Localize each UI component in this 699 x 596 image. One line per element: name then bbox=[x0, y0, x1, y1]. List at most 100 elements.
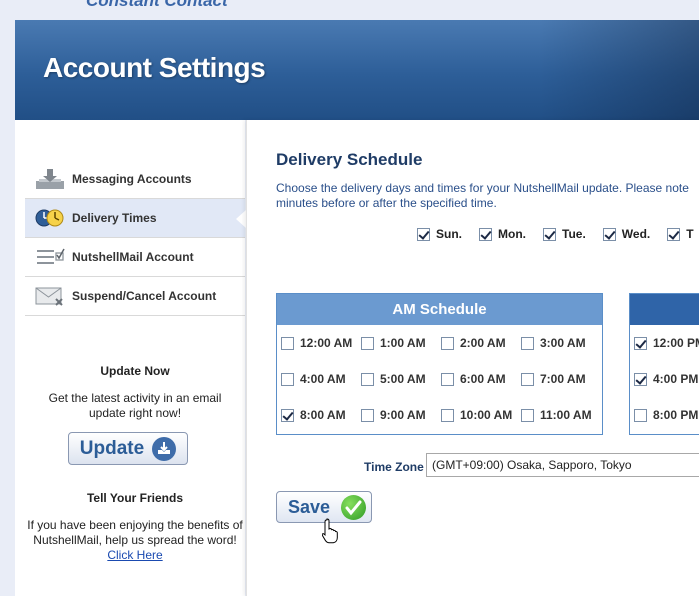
click-here-link[interactable]: Click Here bbox=[107, 548, 162, 562]
slot-1am[interactable]: 1:00 AM bbox=[361, 336, 426, 350]
checkbox[interactable] bbox=[281, 372, 294, 386]
main-content: Delivery Schedule Choose the delivery da… bbox=[246, 120, 699, 596]
checkbox[interactable] bbox=[281, 408, 294, 422]
header-banner: Account Settings bbox=[15, 20, 699, 120]
checkbox[interactable] bbox=[543, 227, 556, 241]
slot-label: 12:00 AM bbox=[300, 336, 353, 350]
checkbox[interactable] bbox=[521, 372, 534, 386]
checkbox[interactable] bbox=[361, 336, 374, 350]
update-now-section: Update Now Get the latest activity in an… bbox=[25, 364, 245, 421]
checkbox[interactable] bbox=[634, 336, 647, 350]
checkbox[interactable] bbox=[479, 227, 492, 241]
sidebar-item-label: NutshellMail Account bbox=[72, 250, 194, 264]
tell-friends-heading: Tell Your Friends bbox=[86, 491, 184, 505]
slot-2am[interactable]: 2:00 AM bbox=[441, 336, 506, 350]
slot-label: 8:00 AM bbox=[300, 408, 346, 422]
slot-8pm[interactable]: 8:00 PM bbox=[634, 408, 698, 422]
inbox-arrow-icon bbox=[152, 436, 177, 461]
update-button[interactable]: Update bbox=[68, 432, 188, 465]
day-monday[interactable]: Mon. bbox=[479, 227, 526, 241]
tell-friends-section: Tell Your Friends If you have been enjoy… bbox=[25, 491, 245, 563]
day-label: Tue. bbox=[562, 227, 586, 241]
sidebar-item-messaging-accounts[interactable]: Messaging Accounts bbox=[25, 160, 245, 199]
slot-label: 5:00 AM bbox=[380, 372, 426, 386]
page-title: Account Settings bbox=[43, 52, 266, 83]
checkbox[interactable] bbox=[634, 408, 647, 422]
sidebar-item-label: Delivery Times bbox=[72, 211, 157, 225]
slot-label: 3:00 AM bbox=[540, 336, 586, 350]
slot-label: 1:00 AM bbox=[380, 336, 426, 350]
day-tuesday[interactable]: Tue. bbox=[543, 227, 586, 241]
day-label: T bbox=[686, 227, 694, 241]
sidebar-item-suspend-cancel[interactable]: Suspend/Cancel Account bbox=[25, 277, 245, 316]
checkbox[interactable] bbox=[521, 336, 534, 350]
clock-icon bbox=[35, 207, 65, 229]
hand-cursor-icon bbox=[322, 518, 338, 544]
section-description: Choose the delivery days and times for y… bbox=[276, 181, 699, 211]
slot-label: 6:00 AM bbox=[460, 372, 506, 386]
day-label: Mon. bbox=[498, 227, 526, 241]
slot-10am[interactable]: 10:00 AM bbox=[441, 408, 512, 422]
pm-schedule-panel: 12:00 PM 4:00 PM 8:00 PM bbox=[629, 293, 699, 435]
slot-6am[interactable]: 6:00 AM bbox=[441, 372, 506, 386]
checkbox[interactable] bbox=[521, 408, 534, 422]
checkmark-icon bbox=[341, 495, 366, 520]
am-schedule-panel: AM Schedule 12:00 AM 1:00 AM 2:00 AM 3:0… bbox=[276, 293, 603, 435]
slot-label: 4:00 PM bbox=[653, 372, 699, 386]
slot-4am[interactable]: 4:00 AM bbox=[281, 372, 346, 386]
slot-11am[interactable]: 11:00 AM bbox=[521, 408, 592, 422]
day-label: Wed. bbox=[621, 227, 651, 241]
slot-label: 4:00 AM bbox=[300, 372, 346, 386]
slot-label: 7:00 AM bbox=[540, 372, 586, 386]
sidebar-item-label: Messaging Accounts bbox=[72, 172, 192, 186]
update-now-text: Get the latest activity in an email upda… bbox=[48, 391, 222, 420]
checkbox[interactable] bbox=[602, 227, 616, 241]
brand-logo: Constant Contact bbox=[86, 0, 228, 10]
download-tray-icon bbox=[35, 168, 65, 190]
checkbox[interactable] bbox=[441, 372, 454, 386]
slot-4pm[interactable]: 4:00 PM bbox=[634, 372, 698, 386]
slot-8am[interactable]: 8:00 AM bbox=[281, 408, 346, 422]
timezone-label: Time Zone bbox=[364, 460, 424, 474]
save-button-label: Save bbox=[288, 496, 331, 517]
sidebar-item-nutshellmail-account[interactable]: NutshellMail Account bbox=[25, 238, 245, 277]
sidebar-item-delivery-times[interactable]: Delivery Times bbox=[25, 199, 246, 238]
am-schedule-title: AM Schedule bbox=[277, 294, 602, 325]
day-sunday[interactable]: Sun. bbox=[417, 227, 462, 241]
slot-label: 10:00 AM bbox=[460, 408, 513, 422]
checkbox[interactable] bbox=[667, 227, 681, 241]
pm-schedule-header bbox=[630, 294, 699, 325]
slot-label: 12:00 PM bbox=[653, 336, 699, 350]
slot-label: 8:00 PM bbox=[653, 408, 699, 422]
day-wednesday[interactable]: Wed. bbox=[602, 227, 651, 241]
checkbox[interactable] bbox=[281, 336, 294, 350]
sidebar-item-label: Suspend/Cancel Account bbox=[72, 289, 217, 303]
sidebar-nav: Messaging Accounts Delivery Times Nutshe… bbox=[25, 160, 246, 316]
timezone-select[interactable]: (GMT+09:00) Osaka, Sapporo, Tokyo bbox=[426, 453, 699, 477]
slot-label: 9:00 AM bbox=[380, 408, 426, 422]
day-label: Sun. bbox=[436, 227, 462, 241]
checkbox[interactable] bbox=[441, 408, 454, 422]
slot-5am[interactable]: 5:00 AM bbox=[361, 372, 426, 386]
slot-label: 11:00 AM bbox=[540, 408, 592, 422]
checkbox[interactable] bbox=[634, 372, 647, 386]
checkbox[interactable] bbox=[441, 336, 454, 350]
slot-12pm[interactable]: 12:00 PM bbox=[634, 336, 699, 350]
checkbox[interactable] bbox=[361, 372, 374, 386]
list-check-icon bbox=[35, 246, 65, 268]
description-line: minutes before or after the specified ti… bbox=[276, 196, 497, 210]
description-line: Choose the delivery days and times for y… bbox=[276, 181, 689, 195]
slot-9am[interactable]: 9:00 AM bbox=[361, 408, 426, 422]
slot-3am[interactable]: 3:00 AM bbox=[521, 336, 586, 350]
update-button-label: Update bbox=[79, 437, 145, 459]
checkbox[interactable] bbox=[417, 227, 430, 241]
tell-friends-text: If you have been enjoying the benefits o… bbox=[27, 518, 243, 547]
checkbox[interactable] bbox=[361, 408, 374, 422]
day-thursday[interactable]: T bbox=[667, 227, 694, 241]
delivery-days: Sun. Mon. Tue. Wed. T bbox=[417, 227, 699, 241]
slot-12am[interactable]: 12:00 AM bbox=[281, 336, 352, 350]
update-now-heading: Update Now bbox=[100, 364, 170, 378]
slot-7am[interactable]: 7:00 AM bbox=[521, 372, 586, 386]
section-title: Delivery Schedule bbox=[276, 150, 423, 169]
envelope-x-icon bbox=[35, 285, 65, 307]
